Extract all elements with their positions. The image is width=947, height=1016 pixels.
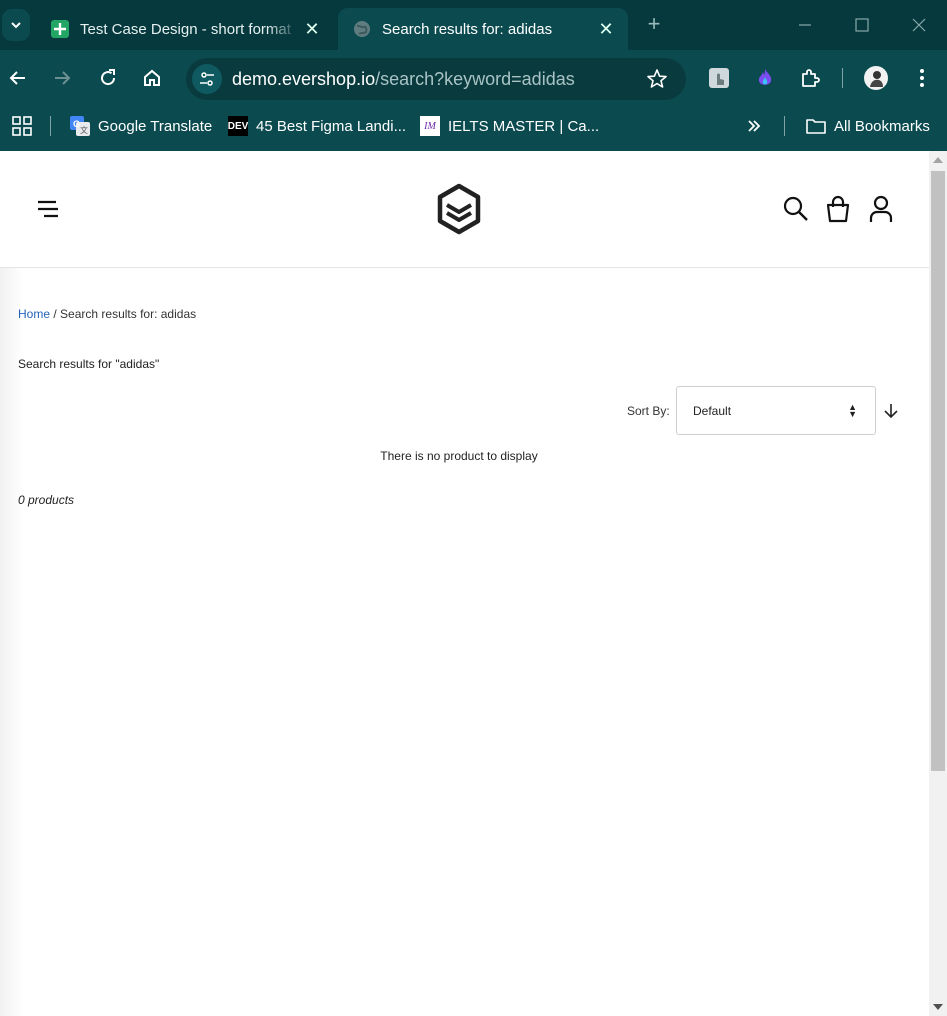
home-icon[interactable] [138,64,166,92]
empty-state-message: There is no product to display [380,449,538,463]
tab-strip: Test Case Design - short format ✕ Search… [0,0,947,50]
page-edge-shade [0,151,24,1016]
browser-toolbar: demo.evershop.io/search?keyword=adidas [0,50,947,106]
bookmark-ielts-master[interactable]: IM IELTS MASTER | Ca... [420,114,599,138]
folder-icon [806,116,826,136]
product-count: 0 products [18,493,75,507]
sort-direction-icon[interactable] [882,402,900,420]
forward-icon[interactable] [48,64,76,92]
chevron-down-icon [11,22,21,29]
bookmark-google-translate[interactable]: G文 Google Translate [70,114,212,138]
svg-text:文: 文 [80,125,88,135]
back-icon[interactable] [4,64,32,92]
scroll-thumb[interactable] [931,171,945,771]
svg-text:G: G [73,119,80,129]
tab-search-button[interactable] [2,9,30,41]
account-icon[interactable] [867,195,895,223]
scroll-down-arrow-icon[interactable] [933,1004,943,1010]
breadcrumb-current: Search results for: adidas [60,307,197,321]
tab-title: Search results for: adidas [382,20,553,38]
breadcrumb-separator: / [53,307,57,321]
shopping-bag-icon[interactable] [824,195,852,223]
site-header [0,151,929,268]
toolbar-divider [842,68,843,88]
site-info-icon[interactable] [192,64,222,94]
close-window-icon[interactable] [906,12,932,38]
more-menu-icon[interactable] [908,64,936,92]
close-tab-icon[interactable]: ✕ [594,17,618,41]
search-icon[interactable] [782,195,810,223]
sort-select[interactable]: Default ▲ ▼ [676,386,876,435]
close-tab-icon[interactable]: ✕ [300,17,324,41]
extensions-puzzle-icon[interactable] [796,64,824,92]
bookmark-label: Google Translate [98,117,213,135]
search-results-heading: Search results for "adidas" [18,357,160,371]
google-sheets-icon [50,19,70,39]
bookmark-figma-landing[interactable]: DEV 45 Best Figma Landi... [228,114,406,138]
tab-test-case-design[interactable]: Test Case Design - short format ✕ [36,8,334,50]
page-content: Home / Search results for: adidas Search… [0,151,929,1016]
scroll-up-arrow-icon[interactable] [933,157,943,163]
evershop-logo[interactable] [436,183,482,235]
sort-select-value: Default [693,404,732,418]
menu-icon[interactable] [36,199,60,219]
apps-grid-icon[interactable] [12,114,32,138]
bookmark-label: 45 Best Figma Landi... [256,117,407,135]
all-bookmarks-label: All Bookmarks [834,117,930,135]
dev-icon: DEV [228,116,248,136]
url-text: demo.evershop.io/search?keyword=adidas [232,69,575,89]
browser-chrome: Test Case Design - short format ✕ Search… [0,0,947,151]
address-bar[interactable]: demo.evershop.io/search?keyword=adidas [186,58,686,100]
tab-search-results[interactable]: Search results for: adidas ✕ [338,8,628,50]
globe-icon [352,19,372,39]
select-arrows-icon: ▲ ▼ [848,402,857,419]
sort-by-label: Sort By: [627,404,670,418]
all-bookmarks-button[interactable]: All Bookmarks [806,114,930,138]
im-icon: IM [420,116,440,136]
bookmark-star-icon[interactable] [646,68,668,90]
bookmark-label: IELTS MASTER | Ca... [448,117,600,135]
breadcrumb: Home / Search results for: adidas [18,307,196,321]
page-scrollbar[interactable] [929,151,947,1016]
reload-icon[interactable] [94,64,122,92]
profile-avatar[interactable] [862,64,890,92]
new-tab-button[interactable]: + [642,11,666,36]
extension-touch-icon[interactable] [705,64,733,92]
bookmark-divider [784,116,785,136]
minimize-icon[interactable] [792,12,818,38]
more-bookmarks-icon[interactable] [746,114,762,138]
bookmark-divider [50,116,51,136]
tab-title: Test Case Design - short format [80,20,291,38]
extension-flame-icon[interactable] [751,64,779,92]
breadcrumb-home-link[interactable]: Home [18,307,50,321]
google-translate-icon: G文 [70,116,90,136]
maximize-icon[interactable] [849,12,875,38]
